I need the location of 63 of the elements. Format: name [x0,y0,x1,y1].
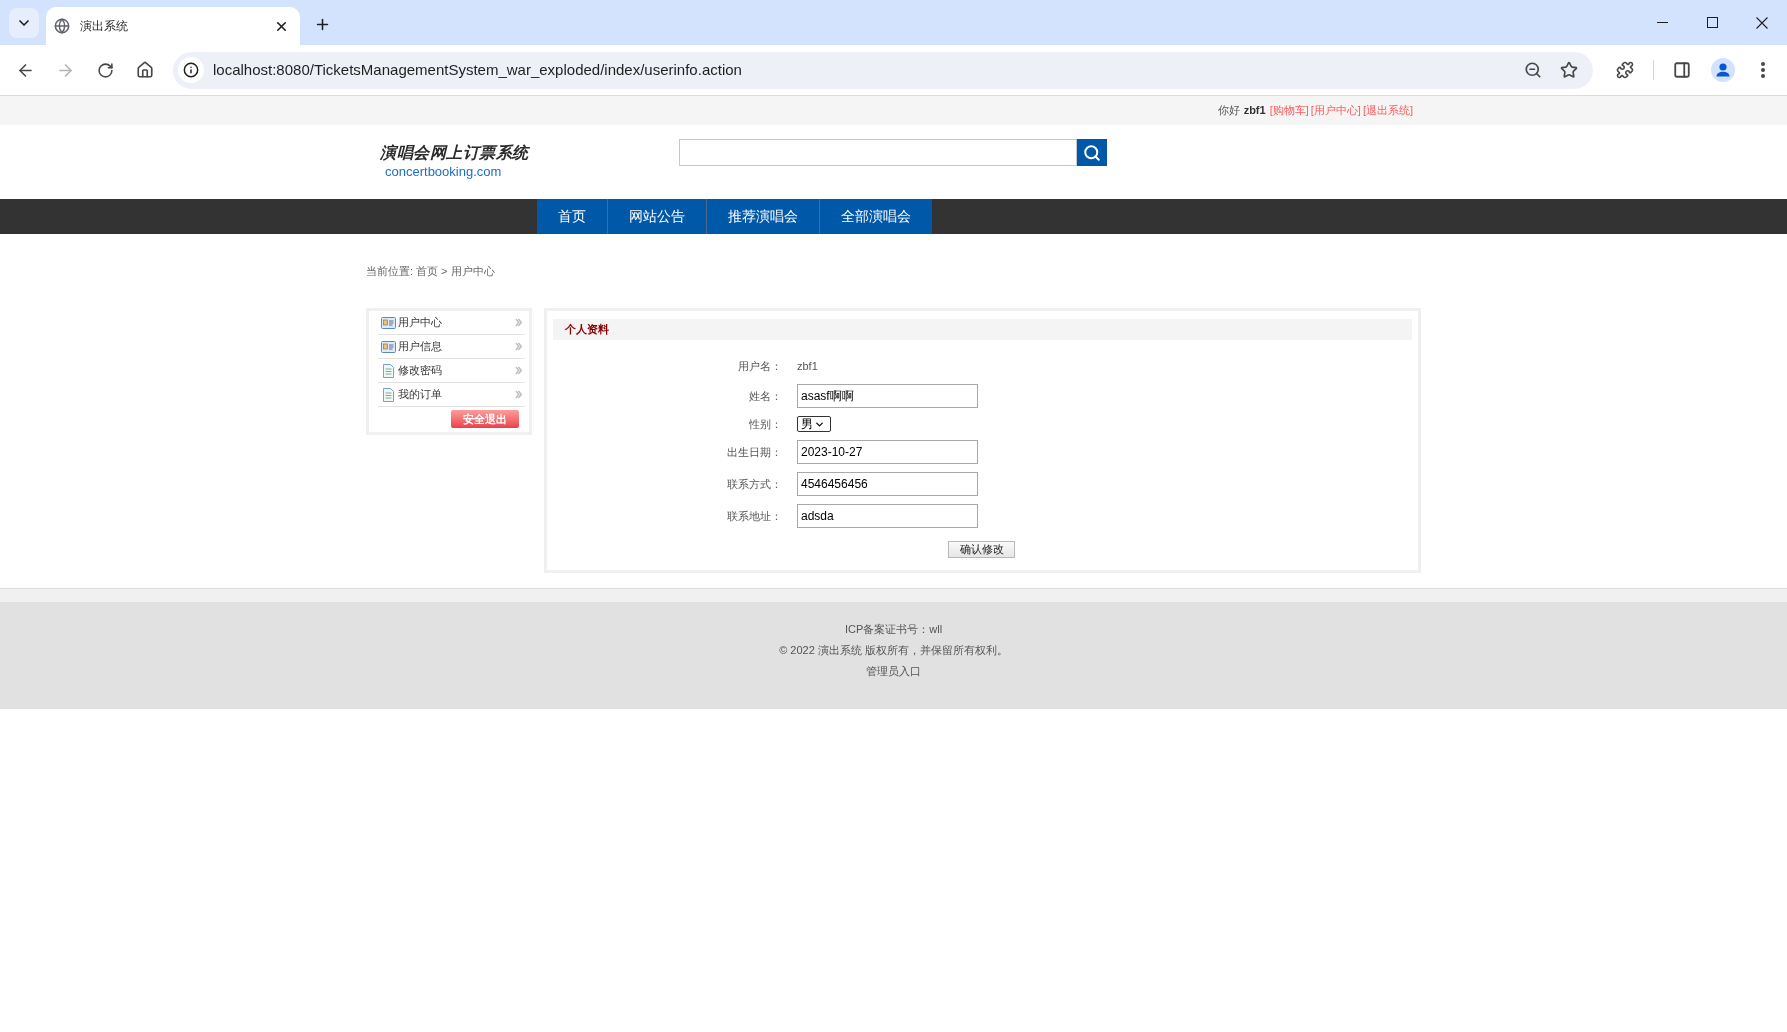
site-info-button[interactable] [178,57,204,83]
home-icon [136,61,154,79]
nav-link[interactable]: 推荐演唱会 [706,199,819,234]
minimize-icon [1656,22,1668,23]
form-label: 用户名： [738,358,782,374]
nav-link[interactable]: 全部演唱会 [819,199,932,234]
search-icon [1083,143,1101,162]
form-label: 出生日期： [727,444,782,460]
breadcrumb-link[interactable]: 首页 [416,263,439,279]
info-icon [183,62,199,78]
person-icon [1711,58,1735,82]
sidebar-item[interactable]: 用户信息 [378,335,525,359]
form-label: 姓名： [749,388,782,404]
logo-domain: concertbooking.com [385,163,502,180]
chevron-right-icon [515,318,522,327]
breadcrumb-label: 当前位置: [366,264,414,279]
profile-card-icon [380,340,396,353]
search-button[interactable] [1077,139,1107,166]
text-field[interactable]: 4546456456 [797,472,978,496]
zoom-out-icon [1524,61,1542,79]
greeting-text: 你好 [1217,103,1240,119]
tab-title: 演出系统 [80,18,128,35]
sidebar-item[interactable]: 用户中心 [378,311,525,335]
breadcrumb-separator: > [441,264,448,279]
form-label: 性别： [749,416,782,432]
document-icon [382,363,394,378]
url-text: localhost:8080/TicketsManagementSystem_war_exploded/index/userinfo.action [213,59,742,80]
reload-icon [96,61,114,79]
logo-title: 演唱会网上订票系统 [380,143,529,163]
side-panel-icon [1673,61,1691,79]
icp-text: ICP备案证书号：wll [844,622,943,637]
puzzle-icon [1616,61,1634,79]
star-icon [1560,61,1578,79]
username-value: zbf1 [797,358,818,374]
panel-title: 个人资料 [565,322,609,338]
chevron-right-icon [515,390,522,399]
address-bar[interactable]: localhost:8080/TicketsManagementSystem_war_exploded/index/userinfo.action [173,51,1593,89]
nav-link[interactable]: 网站公告 [607,199,706,234]
sidebar-item[interactable]: 修改密码 [378,359,525,383]
copyright-text: © 2022 演出系统 版权所有，并保留所有权利。 [779,643,1008,658]
search-field[interactable] [679,139,1077,166]
text-field[interactable]: 2023-10-27 [797,440,978,464]
maximize-icon [1706,17,1718,28]
form-label: 联系地址： [727,508,782,524]
chevron-right-icon [515,366,522,375]
tab-search-button[interactable] [9,8,39,38]
nav-link[interactable]: 首页 [537,199,607,234]
globe-icon [54,18,70,34]
admin-link[interactable]: 管理员入口 [866,661,921,682]
close-icon [1756,16,1768,29]
username-text: zbf1 [1243,103,1266,119]
gender-select[interactable]: 男 [797,416,831,432]
text-field[interactable]: asasf啊啊 [797,384,978,408]
sidebar-item[interactable]: 我的订单 [378,383,525,407]
document-icon [382,387,394,402]
form-label: 联系方式： [727,476,782,492]
text-field[interactable]: adsda [797,504,978,528]
submit-button[interactable]: 确认修改 [948,541,1015,558]
profile-card-icon [380,316,396,329]
chevron-right-icon [515,342,522,351]
browser-tab[interactable]: 演出系统 [46,7,300,45]
more-menu-icon [1761,62,1765,78]
breadcrumb-link[interactable]: 用户中心 [450,263,495,279]
